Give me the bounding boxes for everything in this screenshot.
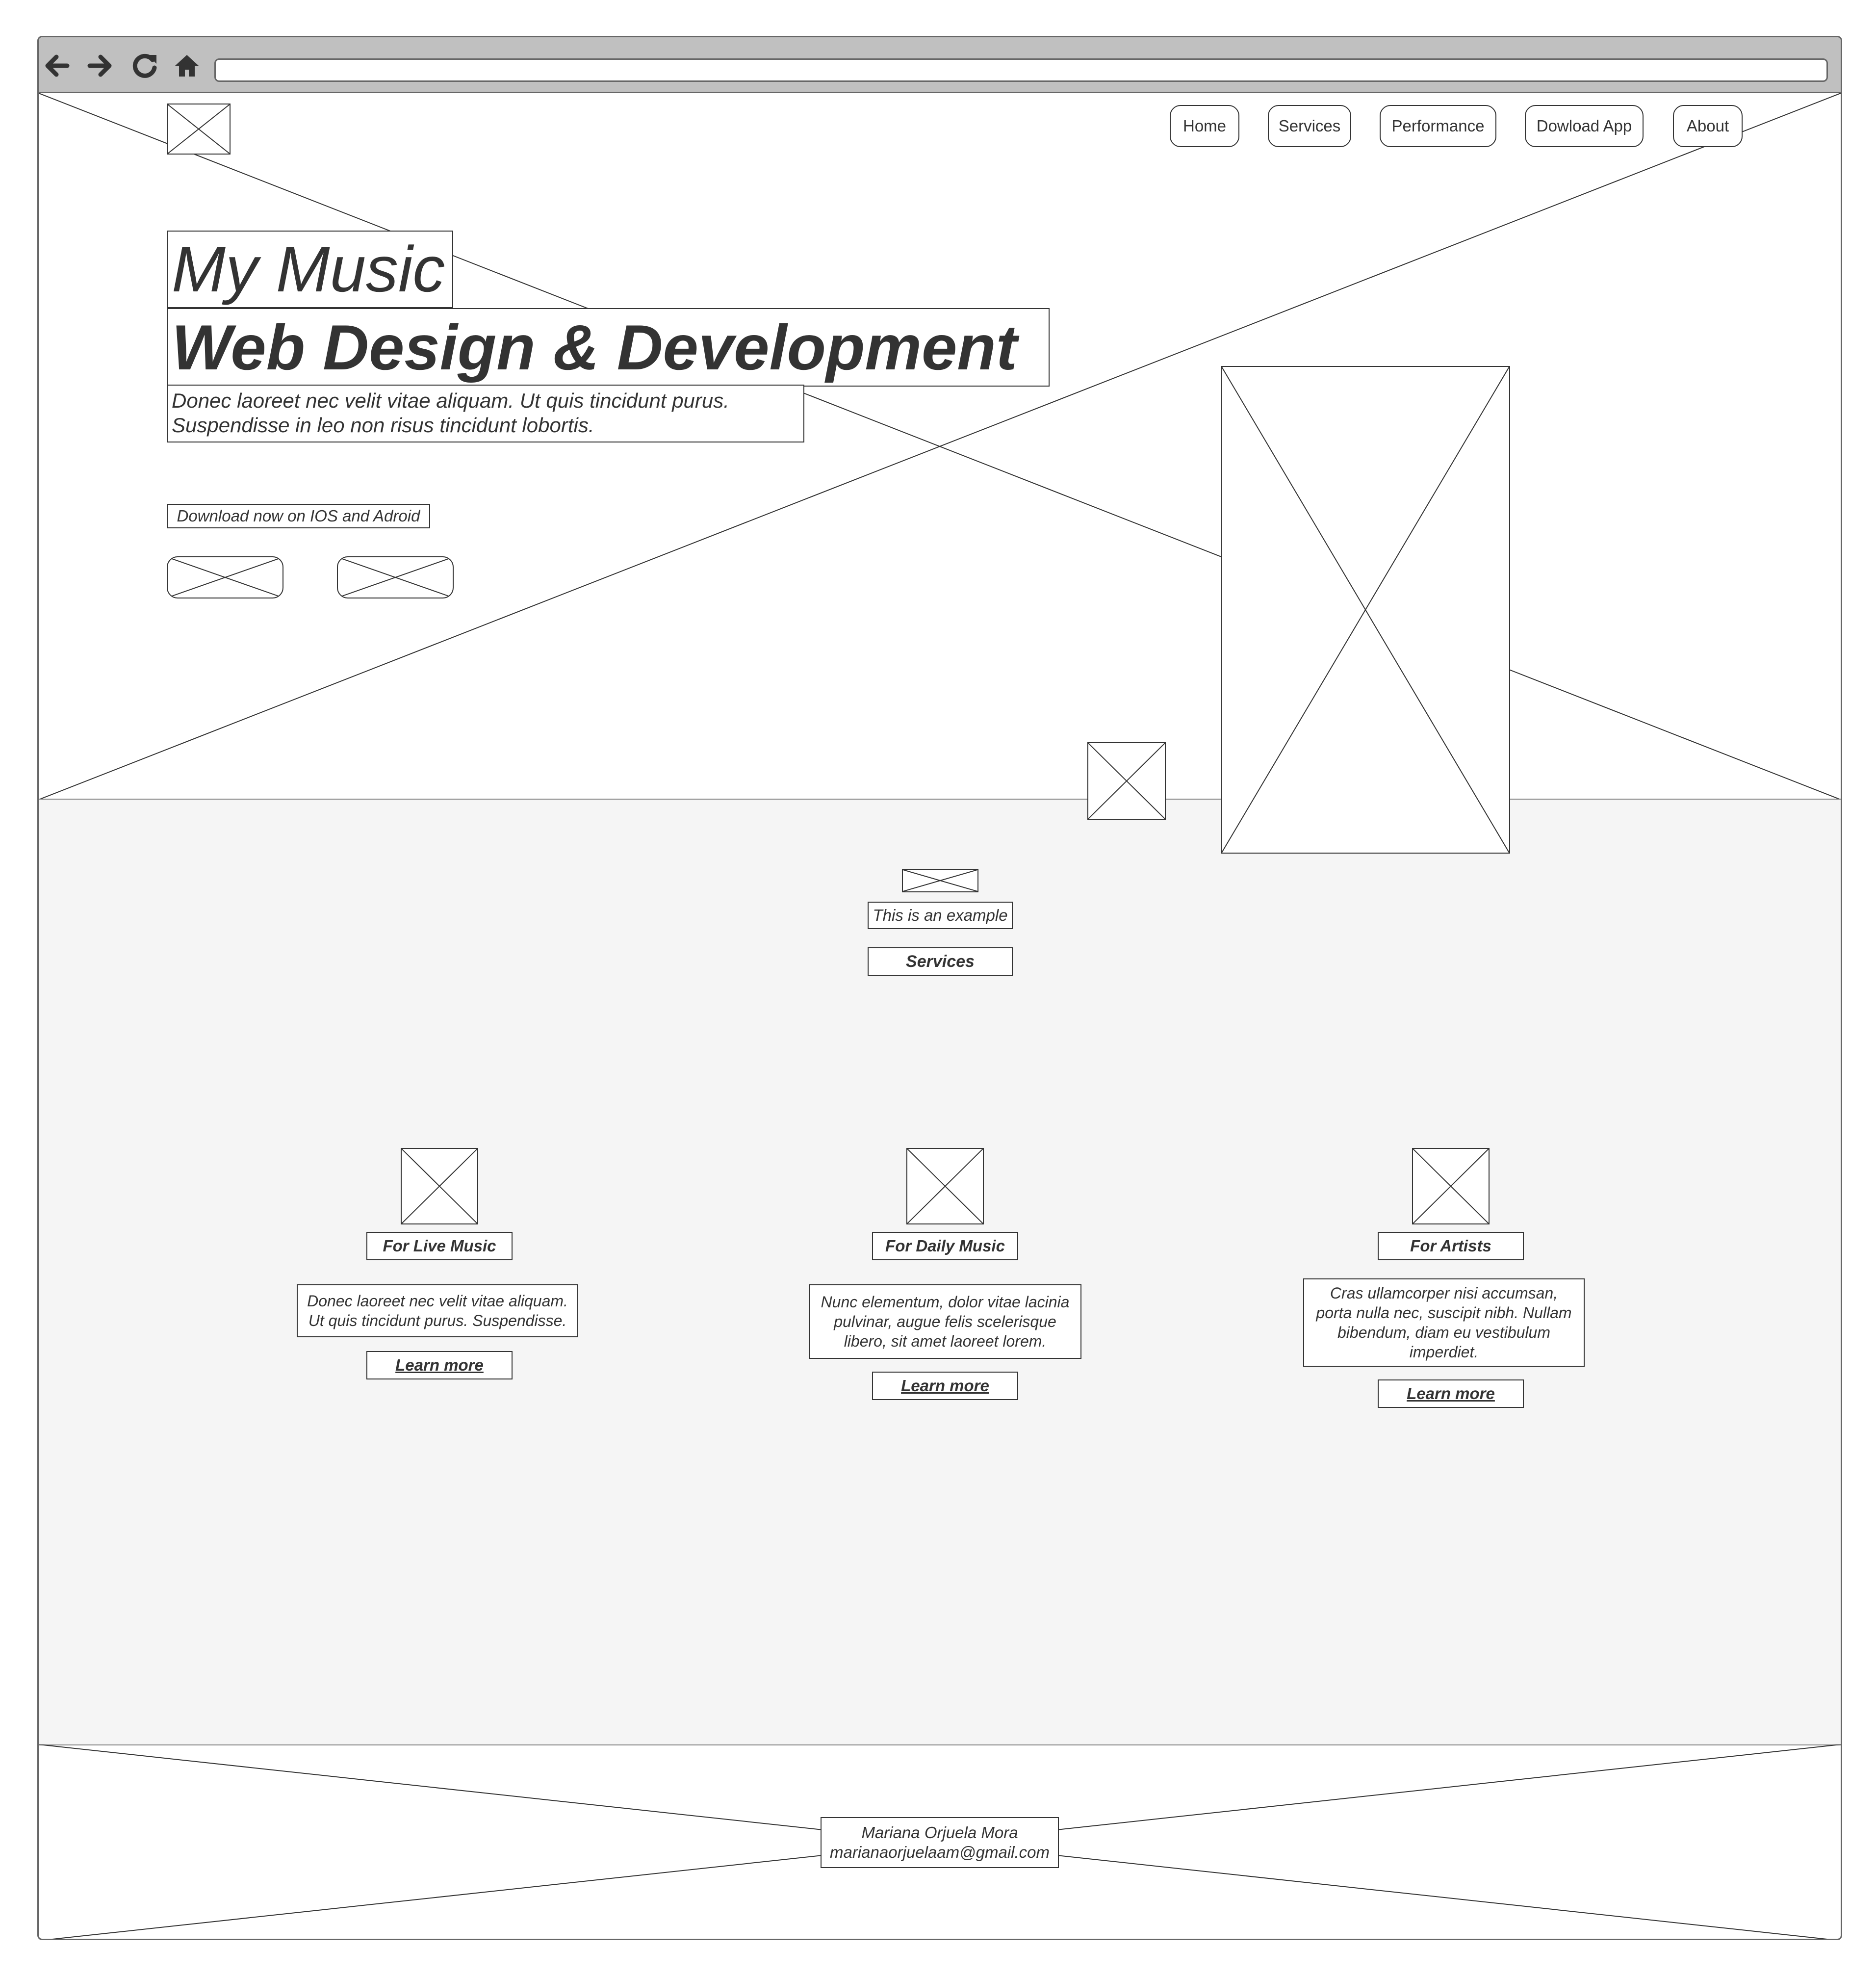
card-text-line: porta nulla nec, suscipit nibh. Nullam [1316, 1304, 1572, 1322]
services-heading: Services [868, 947, 1013, 976]
services-icon-placeholder [902, 869, 978, 892]
browser-window: Home Services Performance Dowload App Ab… [37, 36, 1842, 1940]
browser-toolbar [39, 37, 1841, 93]
hero-background-image-placeholder [39, 93, 1841, 800]
hero-title: My Music [172, 233, 445, 305]
card-text-line: pulvinar, augue felis scelerisque [834, 1313, 1056, 1330]
nav-about[interactable]: About [1673, 105, 1743, 147]
address-bar[interactable] [214, 58, 1828, 82]
nav-download-app[interactable]: Dowload App [1525, 105, 1644, 147]
hero-description-line-2: Suspendisse in leo non risus tincidunt l… [172, 414, 594, 437]
card-text-daily-music: Nunc elementum, dolor vitae lacinia pulv… [809, 1284, 1081, 1359]
footer-name: Mariana Orjuela Mora [861, 1823, 1018, 1842]
services-example-label: This is an example [868, 902, 1013, 929]
play-store-button[interactable] [337, 556, 454, 598]
card-title-artists: For Artists [1378, 1232, 1524, 1260]
app-store-button[interactable] [167, 556, 283, 598]
card-text-line: libero, sit amet laoreet lorem. [844, 1332, 1047, 1350]
logo-image-placeholder[interactable] [167, 104, 231, 155]
card-text-line: bibendum, diam eu vestibulum [1337, 1324, 1550, 1341]
nav-services[interactable]: Services [1268, 105, 1351, 147]
card-text-line: Ut quis tincidunt purus. Suspendisse. [308, 1312, 567, 1329]
card-text-line: Donec laoreet nec velit vitae aliquam. [307, 1292, 568, 1310]
live-music-image-placeholder [401, 1148, 478, 1224]
services-section [39, 799, 1841, 1745]
arrow-left-icon[interactable] [41, 50, 72, 81]
card-text-live-music: Donec laoreet nec velit vitae aliquam. U… [297, 1284, 578, 1337]
learn-more-live-music-link[interactable]: Learn more [366, 1351, 513, 1379]
card-text-line: Nunc elementum, dolor vitae lacinia [821, 1293, 1070, 1311]
card-title-daily-music: For Daily Music [872, 1232, 1018, 1260]
home-icon[interactable] [171, 50, 203, 81]
phone-mockup-image-placeholder [1221, 366, 1510, 854]
reload-icon[interactable] [129, 50, 160, 81]
hero-subtitle-box: Web Design & Development [167, 308, 1050, 387]
hero-description-box: Donec laoreet nec velit vitae aliquam. U… [167, 385, 804, 442]
learn-more-daily-music-link[interactable]: Learn more [872, 1372, 1018, 1400]
download-label: Download now on IOS and Adroid [167, 504, 430, 528]
small-image-placeholder [1087, 742, 1166, 820]
nav-performance[interactable]: Performance [1380, 105, 1496, 147]
artists-image-placeholder [1412, 1148, 1490, 1224]
learn-more-artists-link[interactable]: Learn more [1378, 1379, 1524, 1408]
footer-email: marianaorjuelaam@gmail.com [830, 1843, 1050, 1861]
card-text-line: imperdiet. [1409, 1343, 1479, 1361]
card-text-artists: Cras ullamcorper nisi accumsan, porta nu… [1303, 1278, 1585, 1367]
hero-subtitle: Web Design & Development [172, 312, 1018, 383]
daily-music-image-placeholder [906, 1148, 984, 1224]
card-title-live-music: For Live Music [366, 1232, 513, 1260]
nav-home[interactable]: Home [1170, 105, 1239, 147]
footer-contact-box: Mariana Orjuela Mora marianaorjuelaam@gm… [821, 1817, 1059, 1868]
hero-description-line-1: Donec laoreet nec velit vitae aliquam. U… [172, 389, 729, 412]
hero-title-box: My Music [167, 231, 453, 308]
card-text-line: Cras ullamcorper nisi accumsan, [1330, 1284, 1558, 1302]
arrow-right-icon[interactable] [85, 50, 116, 81]
